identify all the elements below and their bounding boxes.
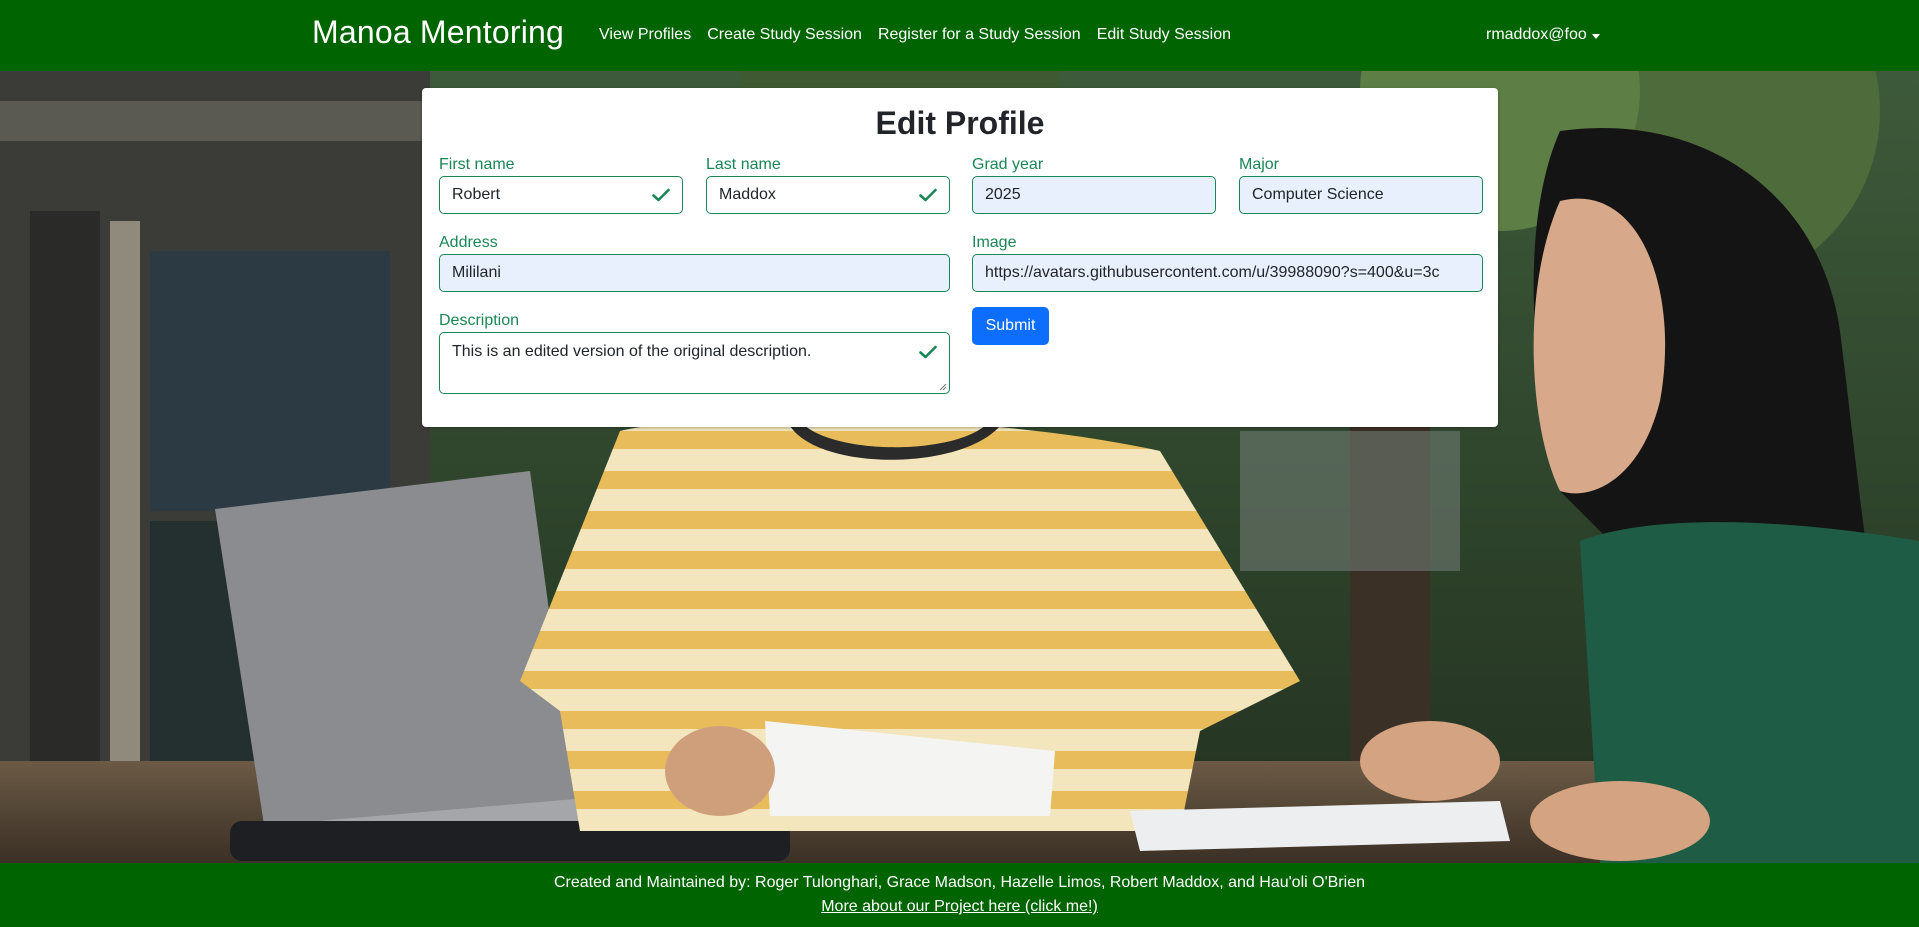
first-name-label: First name [439, 156, 515, 173]
valid-check-icon [919, 188, 937, 202]
submit-button[interactable]: Submit [972, 307, 1049, 345]
major-input[interactable]: Computer Science [1239, 176, 1483, 214]
edit-profile-card: Edit Profile First name Robert Last name… [422, 88, 1498, 427]
address-value: Mililani [452, 264, 501, 281]
footer: Created and Maintained by: Roger Tulongh… [0, 863, 1919, 927]
image-url-value: https://avatars.githubusercontent.com/u/… [985, 264, 1440, 281]
user-email: rmaddox@foo [1486, 26, 1587, 43]
image-url-input[interactable]: https://avatars.githubusercontent.com/u/… [972, 254, 1483, 292]
nav-register-study-session[interactable]: Register for a Study Session [878, 26, 1081, 44]
nav-links: View Profiles Create Study Session Regis… [599, 26, 1231, 44]
nav-edit-study-session[interactable]: Edit Study Session [1097, 26, 1231, 44]
description-textarea[interactable]: This is an edited version of the origina… [439, 332, 950, 394]
last-name-value: Maddox [719, 186, 776, 203]
last-name-input[interactable]: Maddox [706, 176, 950, 214]
grad-year-label: Grad year [972, 156, 1044, 173]
address-input[interactable]: Mililani [439, 254, 950, 292]
last-name-label: Last name [706, 156, 781, 173]
address-label: Address [439, 234, 498, 251]
description-label: Description [439, 312, 520, 329]
nav-view-profiles[interactable]: View Profiles [599, 26, 691, 44]
footer-credits: Created and Maintained by: Roger Tulongh… [554, 874, 1365, 891]
grad-year-value: 2025 [985, 186, 1021, 203]
user-dropdown[interactable]: rmaddox@foo [1486, 26, 1600, 44]
nav-create-study-session[interactable]: Create Study Session [707, 26, 862, 44]
first-name-value: Robert [452, 186, 501, 203]
image-label: Image [972, 234, 1017, 251]
project-info-link[interactable]: More about our Project here (click me!) [821, 898, 1098, 915]
grad-year-input[interactable]: 2025 [972, 176, 1216, 214]
first-name-input[interactable]: Robert [439, 176, 683, 214]
chevron-down-icon [1591, 33, 1600, 39]
valid-check-icon [652, 188, 670, 202]
major-label: Major [1239, 156, 1280, 173]
brand-link[interactable]: Manoa Mentoring [312, 14, 564, 51]
description-value: This is an edited version of the origina… [452, 343, 812, 360]
resize-handle-icon[interactable] [939, 383, 947, 391]
page-title: Edit Profile [875, 105, 1045, 141]
valid-check-icon [919, 345, 937, 359]
navbar: Manoa Mentoring View Profiles Create Stu… [0, 0, 1919, 71]
major-value: Computer Science [1252, 186, 1384, 203]
